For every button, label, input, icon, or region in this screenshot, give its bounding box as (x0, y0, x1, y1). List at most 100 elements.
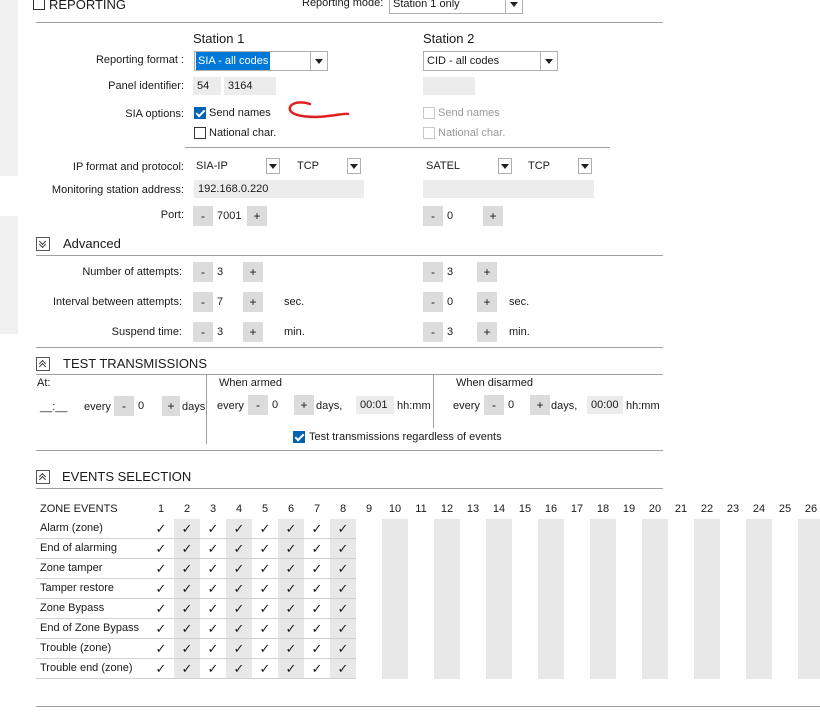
armed-every-value[interactable]: 0 (268, 395, 294, 415)
zone-event-cell[interactable] (668, 599, 694, 619)
armed-time-input[interactable]: 00:01 (356, 396, 394, 414)
station2-attempts-value[interactable]: 3 (443, 262, 477, 282)
zone-event-cell[interactable] (356, 579, 382, 599)
zone-event-cell[interactable] (512, 559, 538, 579)
zone-event-cell[interactable]: ✓ (330, 539, 356, 559)
zone-event-cell[interactable] (746, 619, 772, 639)
zone-event-cell[interactable]: ✓ (278, 659, 304, 679)
zone-event-cell[interactable]: ✓ (148, 619, 174, 639)
zone-event-cell[interactable] (460, 519, 486, 539)
zone-event-cell[interactable]: ✓ (252, 599, 278, 619)
zone-event-cell[interactable] (772, 599, 798, 619)
zone-event-cell[interactable] (668, 539, 694, 559)
zone-event-cell[interactable] (590, 519, 616, 539)
zone-event-cell[interactable]: ✓ (304, 599, 330, 619)
zone-event-cell[interactable]: ✓ (330, 619, 356, 639)
zone-event-cell[interactable]: ✓ (304, 619, 330, 639)
decrement-button[interactable]: - (193, 206, 213, 226)
zone-event-cell[interactable] (668, 579, 694, 599)
zone-event-cell[interactable] (408, 619, 434, 639)
zone-event-cell[interactable] (356, 619, 382, 639)
zone-event-cell[interactable]: ✓ (174, 619, 200, 639)
zone-event-cell[interactable]: ✓ (148, 539, 174, 559)
zone-event-cell[interactable] (512, 659, 538, 679)
zone-event-cell[interactable]: ✓ (304, 659, 330, 679)
zone-event-cell[interactable] (642, 619, 668, 639)
station2-suspend-value[interactable]: 3 (443, 322, 477, 342)
zone-event-cell[interactable] (590, 639, 616, 659)
zone-event-cell[interactable] (486, 619, 512, 639)
zone-event-cell[interactable]: ✓ (226, 599, 252, 619)
zone-event-cell[interactable] (538, 539, 564, 559)
zone-event-cell[interactable]: ✓ (174, 539, 200, 559)
zone-event-cell[interactable] (668, 519, 694, 539)
zone-event-cell[interactable] (434, 519, 460, 539)
zone-event-cell[interactable] (538, 559, 564, 579)
zone-event-cell[interactable] (538, 639, 564, 659)
station1-attempts-stepper[interactable]: - 3 + (193, 262, 273, 282)
zone-event-cell[interactable]: ✓ (148, 599, 174, 619)
zone-event-cell[interactable]: ✓ (304, 579, 330, 599)
at-every-stepper[interactable]: - 0 + (114, 396, 182, 416)
zone-event-cell[interactable] (798, 539, 820, 559)
zone-event-cell[interactable]: ✓ (174, 519, 200, 539)
zone-event-cell[interactable]: ✓ (278, 559, 304, 579)
zone-event-cell[interactable]: ✓ (330, 579, 356, 599)
zone-event-cell[interactable] (486, 519, 512, 539)
zone-event-cell[interactable] (694, 519, 720, 539)
zone-event-cell[interactable] (434, 539, 460, 559)
zone-event-cell[interactable]: ✓ (174, 659, 200, 679)
zone-event-cell[interactable] (356, 599, 382, 619)
zone-event-cell[interactable] (746, 519, 772, 539)
zone-event-cell[interactable] (486, 579, 512, 599)
zone-event-cell[interactable]: ✓ (304, 519, 330, 539)
zone-event-cell[interactable] (590, 579, 616, 599)
zone-event-cell[interactable] (668, 619, 694, 639)
decrement-button[interactable]: - (248, 395, 268, 415)
zone-event-cell[interactable] (720, 579, 746, 599)
zone-event-cell[interactable] (538, 579, 564, 599)
zone-event-cell[interactable]: ✓ (200, 519, 226, 539)
zone-event-cell[interactable] (694, 559, 720, 579)
zone-event-cell[interactable]: ✓ (252, 559, 278, 579)
zone-event-cell[interactable] (356, 639, 382, 659)
regardless-checkbox[interactable] (293, 431, 305, 443)
zone-event-cell[interactable]: ✓ (226, 559, 252, 579)
zone-event-cell[interactable] (486, 539, 512, 559)
zone-event-cell[interactable]: ✓ (330, 519, 356, 539)
zone-event-cell[interactable] (486, 559, 512, 579)
expand-advanced-icon[interactable] (36, 237, 50, 251)
zone-event-cell[interactable] (798, 639, 820, 659)
zone-event-cell[interactable]: ✓ (278, 599, 304, 619)
zone-event-cell[interactable]: ✓ (148, 519, 174, 539)
zone-event-cell[interactable] (720, 619, 746, 639)
station2-interval-value[interactable]: 0 (443, 292, 477, 312)
station2-panel-id-input[interactable] (423, 77, 475, 95)
zone-event-cell[interactable] (772, 559, 798, 579)
zone-event-cell[interactable] (512, 519, 538, 539)
zone-event-cell[interactable]: ✓ (148, 559, 174, 579)
zone-event-cell[interactable]: ✓ (252, 619, 278, 639)
zone-event-cell[interactable] (382, 599, 408, 619)
zone-event-cell[interactable]: ✓ (226, 539, 252, 559)
zone-event-cell[interactable]: ✓ (304, 559, 330, 579)
station2-send-names-checkbox[interactable] (423, 107, 435, 119)
zone-event-cell[interactable] (356, 519, 382, 539)
zone-event-cell[interactable] (434, 619, 460, 639)
zone-event-cell[interactable] (642, 659, 668, 679)
increment-button[interactable]: + (243, 322, 263, 342)
zone-event-cell[interactable]: ✓ (252, 579, 278, 599)
zone-event-cell[interactable] (642, 599, 668, 619)
station2-address-input[interactable] (423, 180, 594, 198)
increment-button[interactable]: + (530, 395, 550, 415)
decrement-button[interactable]: - (423, 292, 443, 312)
zone-event-cell[interactable] (512, 539, 538, 559)
zone-event-cell[interactable] (564, 579, 590, 599)
station1-format-select[interactable]: SIA - all codes (194, 51, 328, 71)
zone-event-cell[interactable] (408, 559, 434, 579)
zone-event-cell[interactable] (382, 519, 408, 539)
zone-event-cell[interactable] (590, 659, 616, 679)
zone-event-cell[interactable]: ✓ (252, 659, 278, 679)
zone-event-cell[interactable] (720, 659, 746, 679)
collapse-test-icon[interactable] (36, 357, 50, 371)
